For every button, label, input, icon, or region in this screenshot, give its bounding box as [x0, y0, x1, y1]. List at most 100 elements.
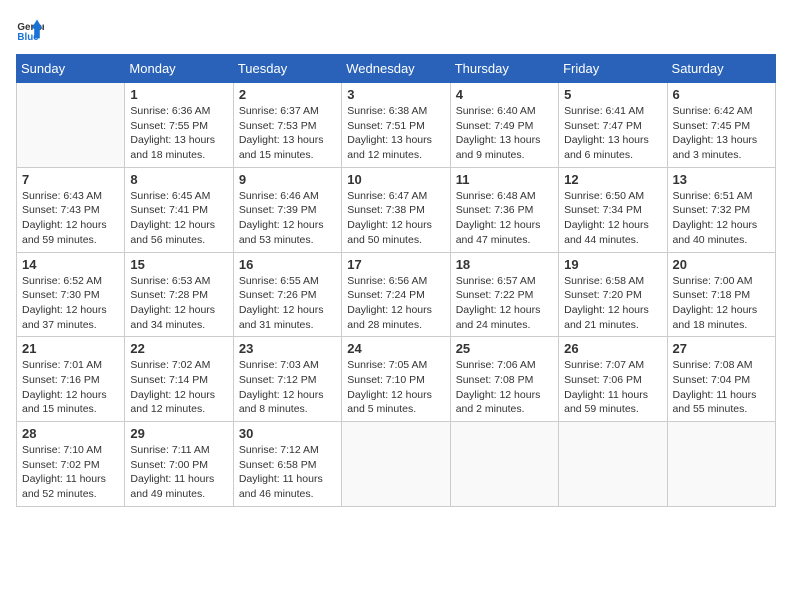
- day-info: Sunrise: 7:03 AMSunset: 7:12 PMDaylight:…: [239, 358, 336, 417]
- calendar-cell: 9 Sunrise: 6:46 AMSunset: 7:39 PMDaylight…: [233, 167, 341, 252]
- day-number: 2: [239, 87, 336, 102]
- col-header-monday: Monday: [125, 55, 233, 83]
- calendar-cell: 30 Sunrise: 7:12 AMSunset: 6:58 PMDayligh…: [233, 422, 341, 507]
- day-number: 10: [347, 172, 444, 187]
- day-number: 16: [239, 257, 336, 272]
- day-number: 11: [456, 172, 553, 187]
- week-row-3: 14 Sunrise: 6:52 AMSunset: 7:30 PMDayligh…: [17, 252, 776, 337]
- col-header-thursday: Thursday: [450, 55, 558, 83]
- day-info: Sunrise: 6:55 AMSunset: 7:26 PMDaylight:…: [239, 274, 336, 333]
- calendar-cell: 27 Sunrise: 7:08 AMSunset: 7:04 PMDayligh…: [667, 337, 775, 422]
- day-info: Sunrise: 6:47 AMSunset: 7:38 PMDaylight:…: [347, 189, 444, 248]
- day-number: 12: [564, 172, 661, 187]
- calendar-table: SundayMondayTuesdayWednesdayThursdayFrid…: [16, 54, 776, 507]
- day-number: 25: [456, 341, 553, 356]
- logo-icon: General Blue: [16, 16, 44, 44]
- day-number: 20: [673, 257, 770, 272]
- week-row-1: 1Sunrise: 6:36 AMSunset: 7:55 PMDaylight…: [17, 83, 776, 168]
- week-row-2: 7 Sunrise: 6:43 AMSunset: 7:43 PMDaylight…: [17, 167, 776, 252]
- page-header: General Blue: [16, 16, 776, 44]
- day-number: 3: [347, 87, 444, 102]
- day-info: Sunrise: 6:40 AMSunset: 7:49 PMDaylight:…: [456, 104, 553, 163]
- calendar-cell: 21 Sunrise: 7:01 AMSunset: 7:16 PMDayligh…: [17, 337, 125, 422]
- day-number: 7: [22, 172, 119, 187]
- calendar-cell: 17 Sunrise: 6:56 AMSunset: 7:24 PMDayligh…: [342, 252, 450, 337]
- calendar-cell: [450, 422, 558, 507]
- day-info: Sunrise: 6:38 AMSunset: 7:51 PMDaylight:…: [347, 104, 444, 163]
- day-number: 30: [239, 426, 336, 441]
- day-info: Sunrise: 7:10 AMSunset: 7:02 PMDaylight:…: [22, 443, 119, 502]
- day-info: Sunrise: 6:50 AMSunset: 7:34 PMDaylight:…: [564, 189, 661, 248]
- day-info: Sunrise: 6:52 AMSunset: 7:30 PMDaylight:…: [22, 274, 119, 333]
- day-number: 15: [130, 257, 227, 272]
- calendar-cell: 7 Sunrise: 6:43 AMSunset: 7:43 PMDaylight…: [17, 167, 125, 252]
- calendar-cell: 11Sunrise: 6:48 AMSunset: 7:36 PMDayligh…: [450, 167, 558, 252]
- day-number: 17: [347, 257, 444, 272]
- calendar-cell: 16 Sunrise: 6:55 AMSunset: 7:26 PMDayligh…: [233, 252, 341, 337]
- calendar-cell: 24 Sunrise: 7:05 AMSunset: 7:10 PMDayligh…: [342, 337, 450, 422]
- col-header-saturday: Saturday: [667, 55, 775, 83]
- col-header-wednesday: Wednesday: [342, 55, 450, 83]
- day-info: Sunrise: 6:51 AMSunset: 7:32 PMDaylight:…: [673, 189, 770, 248]
- day-number: 28: [22, 426, 119, 441]
- day-info: Sunrise: 6:37 AMSunset: 7:53 PMDaylight:…: [239, 104, 336, 163]
- day-number: 23: [239, 341, 336, 356]
- day-info: Sunrise: 7:00 AMSunset: 7:18 PMDaylight:…: [673, 274, 770, 333]
- day-info: Sunrise: 6:42 AMSunset: 7:45 PMDaylight:…: [673, 104, 770, 163]
- day-info: Sunrise: 7:08 AMSunset: 7:04 PMDaylight:…: [673, 358, 770, 417]
- calendar-cell: 1Sunrise: 6:36 AMSunset: 7:55 PMDaylight…: [125, 83, 233, 168]
- calendar-cell: 20 Sunrise: 7:00 AMSunset: 7:18 PMDayligh…: [667, 252, 775, 337]
- calendar-cell: 14 Sunrise: 6:52 AMSunset: 7:30 PMDayligh…: [17, 252, 125, 337]
- day-number: 4: [456, 87, 553, 102]
- day-number: 27: [673, 341, 770, 356]
- day-info: Sunrise: 6:43 AMSunset: 7:43 PMDaylight:…: [22, 189, 119, 248]
- day-number: 21: [22, 341, 119, 356]
- day-info: Sunrise: 7:11 AMSunset: 7:00 PMDaylight:…: [130, 443, 227, 502]
- day-number: 22: [130, 341, 227, 356]
- day-info: Sunrise: 6:45 AMSunset: 7:41 PMDaylight:…: [130, 189, 227, 248]
- day-info: Sunrise: 6:46 AMSunset: 7:39 PMDaylight:…: [239, 189, 336, 248]
- day-info: Sunrise: 6:57 AMSunset: 7:22 PMDaylight:…: [456, 274, 553, 333]
- calendar-cell: 12 Sunrise: 6:50 AMSunset: 7:34 PMDayligh…: [559, 167, 667, 252]
- calendar-cell: [559, 422, 667, 507]
- calendar-cell: 6 Sunrise: 6:42 AMSunset: 7:45 PMDaylight…: [667, 83, 775, 168]
- day-number: 6: [673, 87, 770, 102]
- calendar-cell: 3 Sunrise: 6:38 AMSunset: 7:51 PMDaylight…: [342, 83, 450, 168]
- day-number: 1: [130, 87, 227, 102]
- day-number: 26: [564, 341, 661, 356]
- col-header-sunday: Sunday: [17, 55, 125, 83]
- day-number: 8: [130, 172, 227, 187]
- calendar-cell: 22 Sunrise: 7:02 AMSunset: 7:14 PMDayligh…: [125, 337, 233, 422]
- week-row-4: 21 Sunrise: 7:01 AMSunset: 7:16 PMDayligh…: [17, 337, 776, 422]
- calendar-cell: 4 Sunrise: 6:40 AMSunset: 7:49 PMDaylight…: [450, 83, 558, 168]
- calendar-cell: 25 Sunrise: 7:06 AMSunset: 7:08 PMDayligh…: [450, 337, 558, 422]
- day-info: Sunrise: 7:12 AMSunset: 6:58 PMDaylight:…: [239, 443, 336, 502]
- day-info: Sunrise: 6:41 AMSunset: 7:47 PMDaylight:…: [564, 104, 661, 163]
- calendar-cell: 23 Sunrise: 7:03 AMSunset: 7:12 PMDayligh…: [233, 337, 341, 422]
- day-info: Sunrise: 7:05 AMSunset: 7:10 PMDaylight:…: [347, 358, 444, 417]
- day-info: Sunrise: 7:06 AMSunset: 7:08 PMDaylight:…: [456, 358, 553, 417]
- day-info: Sunrise: 7:01 AMSunset: 7:16 PMDaylight:…: [22, 358, 119, 417]
- day-info: Sunrise: 7:02 AMSunset: 7:14 PMDaylight:…: [130, 358, 227, 417]
- calendar-cell: [667, 422, 775, 507]
- calendar-cell: 19 Sunrise: 6:58 AMSunset: 7:20 PMDayligh…: [559, 252, 667, 337]
- calendar-cell: 28 Sunrise: 7:10 AMSunset: 7:02 PMDayligh…: [17, 422, 125, 507]
- week-row-5: 28 Sunrise: 7:10 AMSunset: 7:02 PMDayligh…: [17, 422, 776, 507]
- day-number: 24: [347, 341, 444, 356]
- day-info: Sunrise: 7:07 AMSunset: 7:06 PMDaylight:…: [564, 358, 661, 417]
- day-number: 9: [239, 172, 336, 187]
- calendar-cell: [342, 422, 450, 507]
- day-number: 5: [564, 87, 661, 102]
- day-number: 13: [673, 172, 770, 187]
- calendar-cell: 13 Sunrise: 6:51 AMSunset: 7:32 PMDayligh…: [667, 167, 775, 252]
- day-info: Sunrise: 6:58 AMSunset: 7:20 PMDaylight:…: [564, 274, 661, 333]
- calendar-cell: 18Sunrise: 6:57 AMSunset: 7:22 PMDayligh…: [450, 252, 558, 337]
- day-info: Sunrise: 6:56 AMSunset: 7:24 PMDaylight:…: [347, 274, 444, 333]
- calendar-cell: 10 Sunrise: 6:47 AMSunset: 7:38 PMDayligh…: [342, 167, 450, 252]
- day-number: 19: [564, 257, 661, 272]
- calendar-cell: 8 Sunrise: 6:45 AMSunset: 7:41 PMDaylight…: [125, 167, 233, 252]
- day-number: 29: [130, 426, 227, 441]
- calendar-cell: [17, 83, 125, 168]
- day-number: 14: [22, 257, 119, 272]
- day-info: Sunrise: 6:53 AMSunset: 7:28 PMDaylight:…: [130, 274, 227, 333]
